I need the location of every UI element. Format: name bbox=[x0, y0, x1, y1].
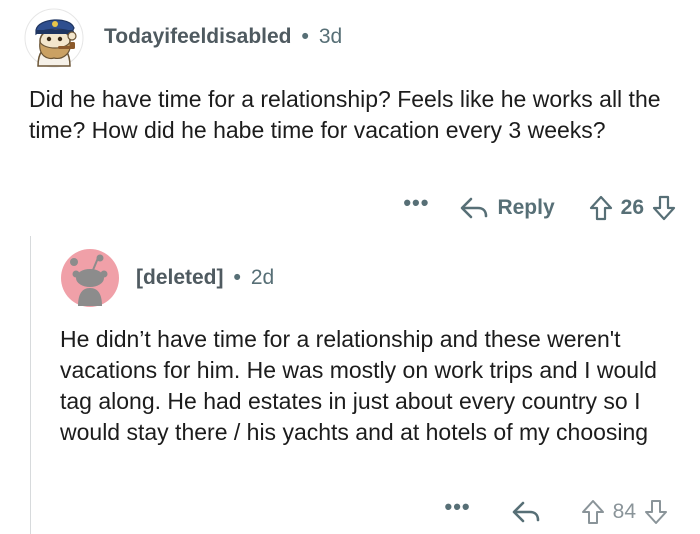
vote-controls: 26 bbox=[589, 195, 676, 221]
reply-button[interactable] bbox=[511, 500, 549, 524]
reply-arrow-icon bbox=[461, 197, 488, 219]
comment-body: Did he have time for a relationship? Fee… bbox=[29, 86, 661, 143]
more-options-button[interactable]: ••• bbox=[403, 192, 429, 214]
downvote-arrow-icon[interactable] bbox=[644, 499, 668, 525]
avatar[interactable] bbox=[24, 8, 84, 68]
more-options-button[interactable]: ••• bbox=[445, 496, 471, 518]
avatar[interactable] bbox=[60, 248, 120, 308]
meta-separator: • bbox=[301, 25, 309, 48]
comment-actions: ••• 84 bbox=[445, 494, 668, 530]
vote-score: 26 bbox=[620, 196, 644, 219]
upvote-arrow-icon[interactable] bbox=[581, 499, 605, 525]
thread-line[interactable] bbox=[30, 236, 31, 534]
vote-controls: 84 bbox=[581, 499, 668, 525]
comment-age: 3d bbox=[318, 25, 343, 48]
author-name: [deleted] bbox=[136, 266, 224, 289]
meta-separator: • bbox=[233, 266, 241, 289]
author-name[interactable]: Todayifeeldisabled bbox=[104, 25, 292, 49]
reply-label: Reply bbox=[497, 196, 555, 219]
comment-body: He didn’t have time for a relationship a… bbox=[60, 326, 657, 445]
reply-button[interactable]: Reply bbox=[459, 196, 555, 220]
vote-score: 84 bbox=[612, 500, 636, 523]
comment-age: 2d bbox=[250, 266, 275, 289]
comment-meta: [deleted] • 2d bbox=[136, 263, 274, 293]
downvote-arrow-icon[interactable] bbox=[652, 195, 676, 221]
comment-meta: Todayifeeldisabled • 3d bbox=[104, 22, 342, 52]
snoo-captain-hat-icon bbox=[24, 8, 84, 68]
reply-arrow-icon bbox=[512, 501, 539, 523]
upvote-arrow-icon[interactable] bbox=[589, 195, 613, 221]
comment-actions: ••• Reply 26 bbox=[403, 190, 676, 226]
deleted-user-snoo-icon bbox=[61, 249, 119, 307]
comment-thread: Todayifeeldisabled • 3d Did he have time… bbox=[0, 0, 700, 534]
